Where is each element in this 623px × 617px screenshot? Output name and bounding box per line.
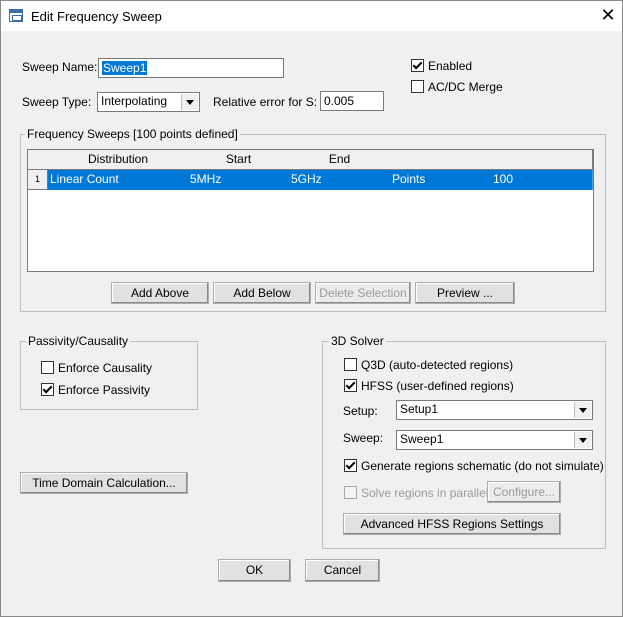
column-header-distribution[interactable]: Distribution	[48, 150, 189, 170]
generate-schematic-label: Generate regions schematic (do not simul…	[361, 459, 604, 473]
delete-selection-button[interactable]: Delete Selection	[315, 282, 411, 304]
sweep-select[interactable]: Sweep1	[396, 430, 593, 450]
enabled-checkbox[interactable]	[411, 59, 424, 72]
setup-value: Setup1	[400, 402, 439, 416]
table-corner	[28, 150, 49, 170]
row-header-1[interactable]: 1	[28, 170, 48, 190]
table-cell-type[interactable]: Points	[390, 170, 492, 190]
close-icon[interactable]: ✕	[597, 4, 619, 26]
setup-label: Setup:	[343, 404, 378, 418]
column-header-5[interactable]	[491, 150, 593, 170]
table-cell-start[interactable]: 5MHz	[188, 170, 290, 190]
acdc-merge-checkbox[interactable]	[411, 80, 424, 93]
enabled-label: Enabled	[428, 59, 473, 73]
setup-select[interactable]: Setup1	[396, 400, 593, 420]
sweep-type-value: Interpolating	[101, 94, 168, 108]
sweep-value: Sweep1	[400, 432, 444, 446]
relative-error-label: Relative error for S:	[213, 95, 318, 109]
sweep-type-label: Sweep Type:	[22, 95, 92, 109]
acdc-merge-label: AC/DC Merge	[428, 80, 503, 94]
table-cell-distribution[interactable]: Linear Count	[48, 170, 189, 190]
add-below-button[interactable]: Add Below	[213, 282, 311, 304]
edit-frequency-sweep-dialog: Edit Frequency Sweep ✕ Sweep Name: Sweep…	[0, 0, 623, 617]
preview-button[interactable]: Preview ...	[415, 282, 515, 304]
cancel-button[interactable]: Cancel	[305, 559, 380, 582]
chevron-down-icon	[181, 94, 198, 110]
column-header-4[interactable]	[390, 150, 492, 170]
advanced-hfss-regions-button[interactable]: Advanced HFSS Regions Settings	[343, 513, 561, 535]
chevron-down-icon	[574, 432, 591, 448]
table-cell-end[interactable]: 5GHz	[289, 170, 391, 190]
solver-3d-title: 3D Solver	[329, 334, 386, 348]
generate-schematic-checkbox[interactable]	[344, 459, 357, 472]
column-header-end[interactable]: End	[289, 150, 391, 170]
relative-error-input[interactable]: 0.005	[320, 91, 384, 111]
sweep-name-input[interactable]: Sweep1	[98, 58, 284, 78]
solve-parallel-label: Solve regions in parallel	[361, 486, 489, 500]
configure-button[interactable]: Configure...	[487, 481, 561, 503]
hfss-checkbox[interactable]	[344, 379, 357, 392]
frequency-sweeps-title: Frequency Sweeps [100 points defined]	[25, 127, 240, 141]
passivity-causality-group	[20, 341, 198, 410]
q3d-label: Q3D (auto-detected regions)	[361, 358, 514, 372]
sweep-name-value: Sweep1	[102, 61, 148, 75]
hfss-label: HFSS (user-defined regions)	[361, 379, 514, 393]
add-above-button[interactable]: Add Above	[111, 282, 209, 304]
chevron-down-icon	[574, 402, 591, 418]
enforce-causality-label: Enforce Causality	[58, 361, 153, 375]
enforce-passivity-label: Enforce Passivity	[58, 383, 151, 397]
column-header-start[interactable]: Start	[188, 150, 290, 170]
solve-parallel-checkbox[interactable]	[344, 486, 357, 499]
q3d-checkbox[interactable]	[344, 358, 357, 371]
enforce-causality-checkbox[interactable]	[41, 361, 54, 374]
frequency-sweeps-table[interactable]: Distribution Start End 1 Linear Count 5M…	[27, 149, 594, 272]
title-bar[interactable]: Edit Frequency Sweep ✕	[1, 1, 622, 31]
ok-button[interactable]: OK	[218, 559, 291, 582]
passivity-causality-title: Passivity/Causality	[26, 334, 131, 348]
window-title: Edit Frequency Sweep	[31, 9, 162, 24]
sweep-name-label: Sweep Name:	[22, 60, 98, 74]
sweep-label: Sweep:	[343, 431, 384, 445]
dialog-icon	[9, 9, 23, 22]
enforce-passivity-checkbox[interactable]	[41, 383, 54, 396]
table-cell-count[interactable]: 100	[491, 170, 593, 190]
sweep-type-select[interactable]: Interpolating	[97, 92, 200, 112]
time-domain-calculation-button[interactable]: Time Domain Calculation...	[20, 472, 188, 494]
